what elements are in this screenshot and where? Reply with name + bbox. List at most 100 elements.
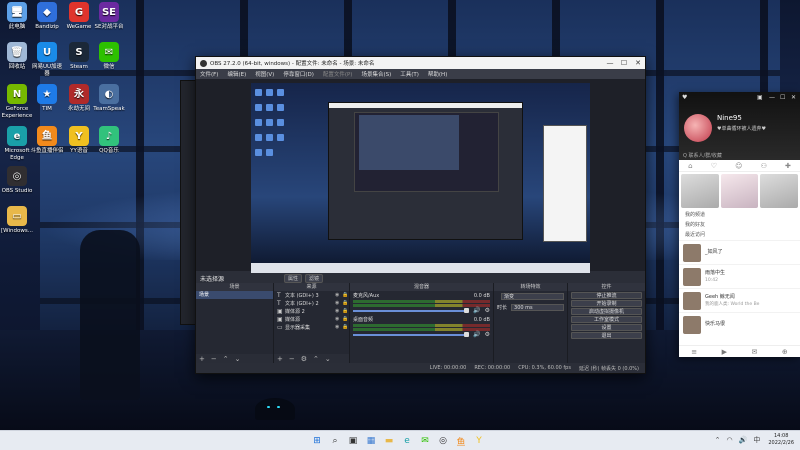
eye-icon[interactable]: ◉ — [335, 308, 342, 314]
source-item[interactable]: T 文本 (GDI+) 3 ◉ 🔒 — [274, 291, 349, 299]
contacts-tab-icon[interactable]: ☺ — [735, 162, 742, 170]
obs-icon[interactable]: ◎ — [436, 434, 450, 448]
volume-slider[interactable]: 🔊 ⚙ — [353, 331, 490, 338]
douyu-icon[interactable]: 鱼 — [454, 434, 468, 448]
desktop-icon[interactable]: ◆ Bandizip — [30, 2, 64, 31]
yy-icon[interactable]: Y — [472, 434, 486, 448]
move-down-icon[interactable]: ⌄ — [235, 355, 241, 363]
menu-icon[interactable]: ≡ — [691, 348, 697, 356]
qq-category-recent[interactable]: 最近访问 — [679, 230, 800, 240]
eye-icon[interactable]: ◉ — [335, 324, 342, 330]
obs-preview-canvas[interactable] — [251, 83, 590, 273]
video-icon[interactable]: ▶ — [722, 348, 727, 356]
ime-icon[interactable]: 中 — [753, 435, 760, 445]
desktop-icon[interactable]: 鱼斗鱼直播伴侣 — [30, 126, 64, 155]
qq-minimize-button[interactable]: — — [769, 94, 775, 101]
settings-button[interactable]: 设置 — [571, 324, 642, 331]
qq-close-button[interactable]: ✕ — [791, 94, 796, 101]
source-item[interactable]: T 文本 (GDI+) 2 ◉ 🔒 — [274, 299, 349, 307]
list-item[interactable]: Geeh 鲸无闻 我的鹿人类: World the Be — [679, 288, 800, 312]
obs-window[interactable]: OBS 27.2.0 (64-bit, windows) - 配置文件: 未命名… — [195, 56, 646, 374]
list-item[interactable]: 快乐马很 — [679, 312, 800, 336]
explorer-icon[interactable]: ▬ — [382, 434, 396, 448]
filters-button[interactable]: 滤镜 — [305, 273, 324, 283]
menu-docks[interactable]: 停靠窗口(D) — [283, 70, 314, 78]
obs-title-bar[interactable]: OBS 27.2.0 (64-bit, windows) - 配置文件: 未命名… — [196, 57, 645, 69]
stop-streaming-button[interactable]: 停止推流 — [571, 292, 642, 299]
lock-icon[interactable]: 🔒 — [342, 292, 349, 298]
qq-signature[interactable]: ♥单曲循环被人遗弃♥ — [717, 125, 766, 132]
menu-scene-collection[interactable]: 场景集合(S) — [361, 70, 391, 78]
groups-tab-icon[interactable]: ⚇ — [761, 162, 767, 170]
exit-button[interactable]: 退出 — [571, 332, 642, 339]
scene-item[interactable]: 场景 — [196, 291, 273, 299]
desktop-icon[interactable]: ◎ OBS Studio — [0, 166, 34, 195]
close-button[interactable]: ✕ — [631, 59, 645, 67]
qq-panel[interactable]: ♥ ▣ — ☐ ✕ Nine95 ♥单曲循环被人遗弃♥ Q 联系人/群/收藏 ⌂… — [679, 92, 800, 357]
move-up-icon[interactable]: ⌃ — [313, 355, 319, 363]
add-icon[interactable]: + — [199, 355, 205, 363]
list-item[interactable]: 雨落中生 10:42 — [679, 264, 800, 288]
transition-type-select[interactable]: 渐变 — [501, 293, 564, 300]
source-item[interactable]: ▣ 媒体源 2 ◉ 🔒 — [274, 307, 349, 315]
move-down-icon[interactable]: ⌄ — [325, 355, 331, 363]
volume-slider[interactable]: 🔊 ⚙ — [353, 307, 490, 314]
mail-icon[interactable]: ✉ — [751, 348, 757, 356]
desktop-icon[interactable]: e Microsoft Edge — [0, 126, 34, 162]
home-tab-icon[interactable]: ⌂ — [688, 162, 692, 170]
gear-icon[interactable]: ⚙ — [485, 307, 490, 314]
lock-icon[interactable]: 🔒 — [342, 316, 349, 322]
edge-icon[interactable]: e — [400, 434, 414, 448]
qq-skin-icon[interactable]: ♥ — [682, 94, 687, 101]
menu-tools[interactable]: 工具(T) — [400, 70, 419, 78]
add-tab-icon[interactable]: ✚ — [785, 162, 791, 170]
qq-mail-icon[interactable]: ▣ — [757, 94, 763, 101]
desktop-icon[interactable]: 永永劫无间 — [62, 84, 96, 113]
volume-icon[interactable]: 🔊 — [739, 436, 748, 444]
menu-profile[interactable]: 配置文件(P) — [323, 70, 353, 78]
qq-photo-strip[interactable] — [679, 172, 800, 210]
menu-view[interactable]: 视图(V) — [255, 70, 274, 78]
desktop-icon[interactable]: 🖥 此电脑 — [0, 2, 34, 31]
lock-icon[interactable]: 🔒 — [342, 308, 349, 314]
desktop-icon[interactable]: N GeForce Experience — [0, 84, 34, 120]
qq-photo[interactable] — [720, 174, 759, 208]
menu-file[interactable]: 文件(F) — [200, 70, 218, 78]
remove-icon[interactable]: − — [289, 355, 295, 363]
desktop-icon[interactable]: ★ TIM — [30, 84, 64, 113]
clock[interactable]: 14:08 2022/2/26 — [768, 433, 794, 447]
source-item[interactable]: ▭ 显示器采集 ◉ 🔒 — [274, 323, 349, 331]
search-icon[interactable]: ⌕ — [328, 434, 342, 448]
start-virtual-camera-button[interactable]: 启动虚拟摄像机 — [571, 308, 642, 315]
task-view-icon[interactable]: ▣ — [346, 434, 360, 448]
widgets-icon[interactable]: ▦ — [364, 434, 378, 448]
speaker-icon[interactable]: 🔊 — [473, 331, 480, 338]
network-icon[interactable]: ◠ — [727, 436, 733, 444]
qq-maximize-button[interactable]: ☐ — [780, 94, 785, 101]
maximize-button[interactable]: ☐ — [617, 59, 631, 67]
gear-icon[interactable]: ⚙ — [485, 331, 490, 338]
list-item[interactable]: _如风了 — [679, 240, 800, 264]
menu-edit[interactable]: 编辑(E) — [227, 70, 246, 78]
desktop-icon[interactable]: U 网易UU加速器 — [30, 42, 64, 78]
desktop-icon[interactable]: ◐ TeamSpeak — [92, 84, 126, 113]
remove-icon[interactable]: − — [211, 355, 217, 363]
favorites-tab-icon[interactable]: ♡ — [711, 162, 717, 170]
desktop-icon[interactable]: ✉ 微信 — [92, 42, 126, 71]
desktop-icon[interactable]: SE SE对战平台 — [92, 2, 126, 31]
duration-input[interactable]: 300 ms — [511, 304, 564, 311]
speaker-icon[interactable]: 🔊 — [473, 307, 480, 314]
qq-photo[interactable] — [681, 174, 719, 208]
lock-icon[interactable]: 🔒 — [342, 324, 349, 330]
eye-icon[interactable]: ◉ — [335, 300, 342, 306]
menu-help[interactable]: 帮助(H) — [428, 70, 447, 78]
eye-icon[interactable]: ◉ — [335, 292, 342, 298]
minimize-button[interactable]: — — [603, 59, 617, 67]
windows-start-icon[interactable]: ⊞ — [310, 434, 324, 448]
move-up-icon[interactable]: ⌃ — [223, 355, 229, 363]
desktop-icon[interactable]: ♪ QQ音乐 — [92, 126, 126, 155]
desktop-icon[interactable]: ▭ [Windows... — [0, 206, 34, 235]
start-recording-button[interactable]: 开始录制 — [571, 300, 642, 307]
avatar[interactable] — [684, 114, 712, 142]
wechat-icon[interactable]: ✉ — [418, 434, 432, 448]
